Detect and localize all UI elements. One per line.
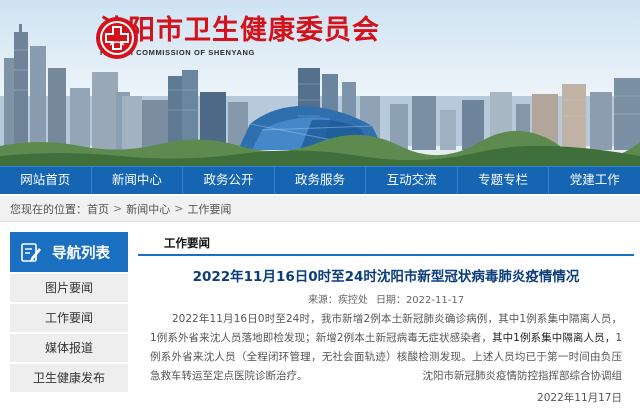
source-value: 疾控处 xyxy=(337,295,368,306)
sidebar-header: 导航列表 xyxy=(10,232,128,272)
health-commission-emblem-icon xyxy=(96,17,138,59)
tab-work-news[interactable]: 工作要闻 xyxy=(156,232,218,254)
signature-org: 沈阳市新冠肺炎疫情防控指挥部综合协调组 xyxy=(422,370,623,382)
section-tabbar: 工作要闻 xyxy=(138,232,634,256)
nav-item-gov-affairs[interactable]: 政务公开 xyxy=(183,167,275,194)
sidebar-item-health-release[interactable]: 卫生健康发布 xyxy=(10,364,128,392)
article-title: 2022年11月16日0时至24时沈阳市新型冠状病毒肺炎疫情情况 xyxy=(192,269,580,285)
breadcrumb: 您现在的位置： 首页 > 新闻中心 > 工作要闻 xyxy=(0,196,640,222)
breadcrumb-home[interactable]: 首页 xyxy=(87,201,109,217)
breadcrumb-work-news[interactable]: 工作要闻 xyxy=(187,201,231,217)
date-value: 2022-11-17 xyxy=(405,295,465,306)
sidebar-nav: 导航列表 图片要闻 工作要闻 媒体报道 卫生健康发布 xyxy=(10,232,128,392)
breadcrumb-prefix: 您现在的位置： xyxy=(10,202,87,216)
nav-item-party-work[interactable]: 党建工作 xyxy=(549,167,640,194)
nav-item-interaction[interactable]: 互动交流 xyxy=(366,167,458,194)
breadcrumb-separator: > xyxy=(174,202,184,215)
breadcrumb-separator: > xyxy=(113,202,123,215)
body-text-highlight: 其中1例系集中隔离人员， xyxy=(491,332,616,344)
sidebar-item-media-reports[interactable]: 媒体报道 xyxy=(10,334,128,362)
signature-date: 2022年11月17日 xyxy=(537,392,622,404)
sidebar-item-work-news[interactable]: 工作要闻 xyxy=(10,304,128,332)
site-title-cn: 沈阳市卫生健康委员会 xyxy=(100,15,380,46)
nav-item-gov-service[interactable]: 政务服务 xyxy=(275,167,367,194)
article-panel: 工作要闻 2022年11月16日0时至24时沈阳市新型冠状病毒肺炎疫情情况 来源… xyxy=(138,232,634,416)
sidebar-item-photo-news[interactable]: 图片要闻 xyxy=(10,274,128,302)
edit-note-icon xyxy=(21,243,41,262)
date-label: 日期： xyxy=(375,295,406,306)
source-label: 来源： xyxy=(307,295,338,306)
breadcrumb-news[interactable]: 新闻中心 xyxy=(126,201,170,217)
site-title-en: HEALTH COMMISSION OF SHENYANG xyxy=(100,48,255,57)
nav-item-special-topics[interactable]: 专题专栏 xyxy=(458,167,550,194)
main-nav: 网站首页 新闻中心 政务公开 政务服务 互动交流 专题专栏 党建工作 xyxy=(0,166,640,194)
nav-item-news[interactable]: 新闻中心 xyxy=(92,167,184,194)
article-meta: 来源：疾控处 日期：2022-11-17 xyxy=(138,291,634,306)
site-logo[interactable]: 沈阳市卫生健康委员会 HEALTH COMMISSION OF SHENYANG xyxy=(94,15,380,59)
sidebar-title: 导航列表 xyxy=(52,245,110,262)
header-banner: 沈阳市卫生健康委员会 HEALTH COMMISSION OF SHENYANG xyxy=(0,0,640,166)
nav-item-home[interactable]: 网站首页 xyxy=(0,167,92,194)
